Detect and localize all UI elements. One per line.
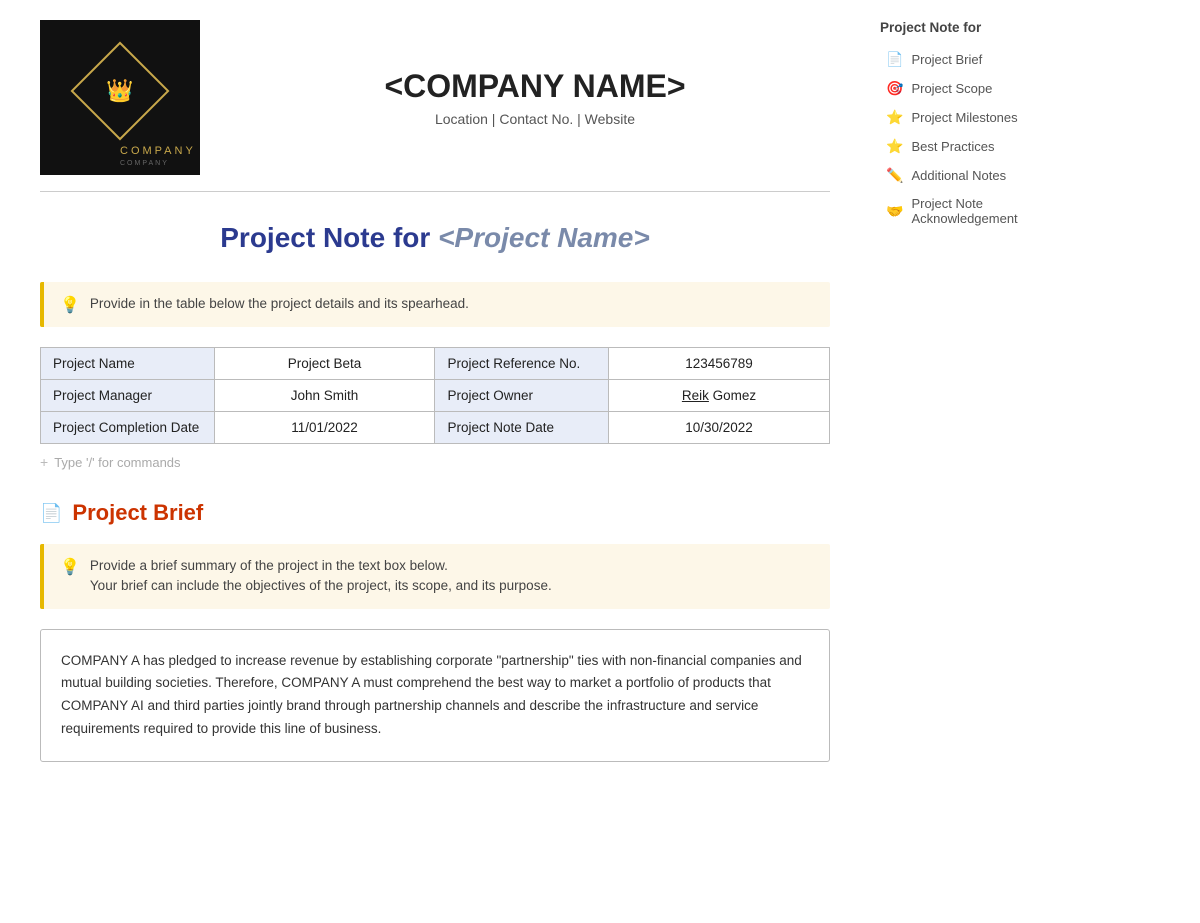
command-placeholder: Type '/' for commands [54,455,180,470]
sidebar-handshake-icon: 🤝 [886,203,903,220]
table-row: Project Name Project Beta Project Refere… [41,348,830,380]
table-cell-value: Reik Gomez [609,380,830,412]
company-logo: 👑 COMPANY COMPANY [40,20,200,175]
sidebar-pencil-icon: ✏️ [886,167,903,184]
table-row: Project Completion Date 11/01/2022 Proje… [41,412,830,444]
sidebar-doc-icon: 📄 [886,51,903,68]
sidebar: Project Note for 📄 Project Brief 🎯 Proje… [870,0,1090,923]
table-cell-label: Project Note Date [435,412,609,444]
hint-line-1: Provide a brief summary of the project i… [90,556,552,576]
project-brief-heading: 📄 Project Brief [40,500,830,526]
table-row: Project Manager John Smith Project Owner… [41,380,830,412]
hint-box-2: 💡 Provide a brief summary of the project… [40,544,830,609]
table-cell-label: Project Name [41,348,215,380]
table-cell-label: Project Owner [435,380,609,412]
page-title-prefix: Project Note for [220,222,430,253]
hint-line-2: Your brief can include the objectives of… [90,576,552,596]
table-cell-value: 10/30/2022 [609,412,830,444]
sidebar-label-project-milestones: Project Milestones [911,110,1017,125]
hint-box-1: 💡 Provide in the table below the project… [40,282,830,327]
sidebar-item-project-scope[interactable]: 🎯 Project Scope [880,76,1080,101]
sidebar-label-best-practices: Best Practices [911,139,994,154]
page-title: Project Note for <Project Name> [40,222,830,254]
sidebar-target-icon: 🎯 [886,80,903,97]
header-section: 👑 COMPANY COMPANY <COMPANY NAME> Locatio… [40,20,830,192]
logo-diamond: 👑 [71,41,170,140]
sidebar-label-project-scope: Project Scope [911,81,992,96]
company-info: <COMPANY NAME> Location | Contact No. | … [240,68,830,127]
sidebar-heading: Project Note for [880,20,1080,35]
sidebar-label-acknowledgement: Project Note Acknowledgement [911,196,1074,226]
sidebar-item-project-brief[interactable]: 📄 Project Brief [880,47,1080,72]
project-brief-title: Project Brief [72,500,203,526]
table-cell-label: Project Manager [41,380,215,412]
sidebar-item-project-milestones[interactable]: ⭐ Project Milestones [880,105,1080,130]
logo-sub: COMPANY [120,160,169,167]
hint-bulb-icon-2: 💡 [60,557,80,577]
logo-diamond-inner: 👑 [106,78,133,104]
sidebar-label-additional-notes: Additional Notes [911,168,1006,183]
add-command-row[interactable]: + Type '/' for commands [40,454,830,470]
page-title-block: Project Note for <Project Name> [40,222,830,254]
sidebar-label-project-brief: Project Brief [911,52,982,67]
logo-wordmark: COMPANY [120,145,196,157]
page-title-project: <Project Name> [438,222,650,253]
brief-content-text: COMPANY A has pledged to increase revenu… [61,653,802,737]
table-cell-label: Project Reference No. [435,348,609,380]
sidebar-item-best-practices[interactable]: ⭐ Best Practices [880,134,1080,159]
table-cell-value: John Smith [214,380,435,412]
hint-text-2: Provide a brief summary of the project i… [90,556,552,597]
table-cell-value: Project Beta [214,348,435,380]
brief-content-box[interactable]: COMPANY A has pledged to increase revenu… [40,629,830,763]
project-details-table: Project Name Project Beta Project Refere… [40,347,830,444]
hint-bulb-icon: 💡 [60,295,80,315]
table-cell-value: 123456789 [609,348,830,380]
project-brief-icon: 📄 [40,503,62,524]
plus-icon: + [40,454,48,470]
main-content: 👑 COMPANY COMPANY <COMPANY NAME> Locatio… [0,0,870,923]
sidebar-item-additional-notes[interactable]: ✏️ Additional Notes [880,163,1080,188]
sidebar-item-acknowledgement[interactable]: 🤝 Project Note Acknowledgement [880,192,1080,230]
company-name: <COMPANY NAME> [240,68,830,105]
sidebar-star-icon-2: ⭐ [886,138,903,155]
table-cell-value: 11/01/2022 [214,412,435,444]
hint-text-1: Provide in the table below the project d… [90,294,469,314]
company-contact: Location | Contact No. | Website [240,111,830,127]
sidebar-star-icon-1: ⭐ [886,109,903,126]
table-cell-label: Project Completion Date [41,412,215,444]
